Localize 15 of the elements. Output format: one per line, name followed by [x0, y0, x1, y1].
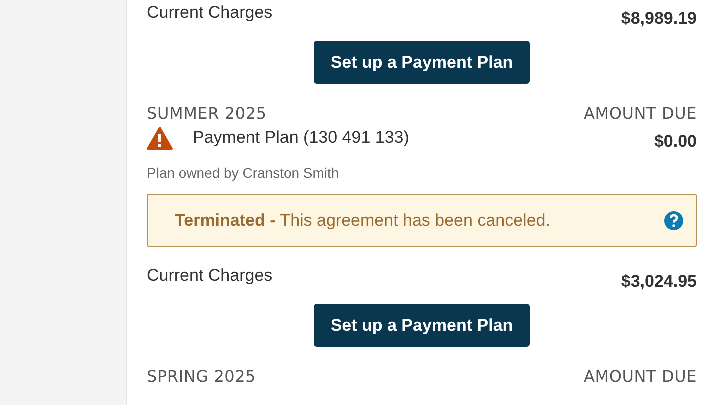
help-icon[interactable]	[664, 210, 684, 230]
term-heading: SPRING 2025	[147, 367, 256, 387]
amount-due-label: AMOUNT DUE	[584, 104, 697, 124]
amount-due: $0.00	[654, 131, 697, 152]
charges-amount: $3,024.95	[621, 271, 697, 292]
charges-amount: $8,989.19	[621, 8, 697, 29]
alert-message: Terminated - This agreement has been canceled.	[175, 210, 550, 230]
plan-name: Payment Plan (130 491 133)	[193, 127, 410, 149]
payment-plan-button[interactable]: Set up a Payment Plan	[314, 41, 530, 84]
charges-label: Current Charges	[147, 265, 273, 287]
term-heading: SUMMER 2025	[147, 104, 267, 124]
amount-due-label: AMOUNT DUE	[584, 367, 697, 387]
payment-plan-button[interactable]: Set up a Payment Plan	[314, 304, 530, 347]
charges-label: Current Charges	[147, 2, 273, 24]
plan-owner: Plan owned by Cranston Smith	[147, 164, 340, 182]
